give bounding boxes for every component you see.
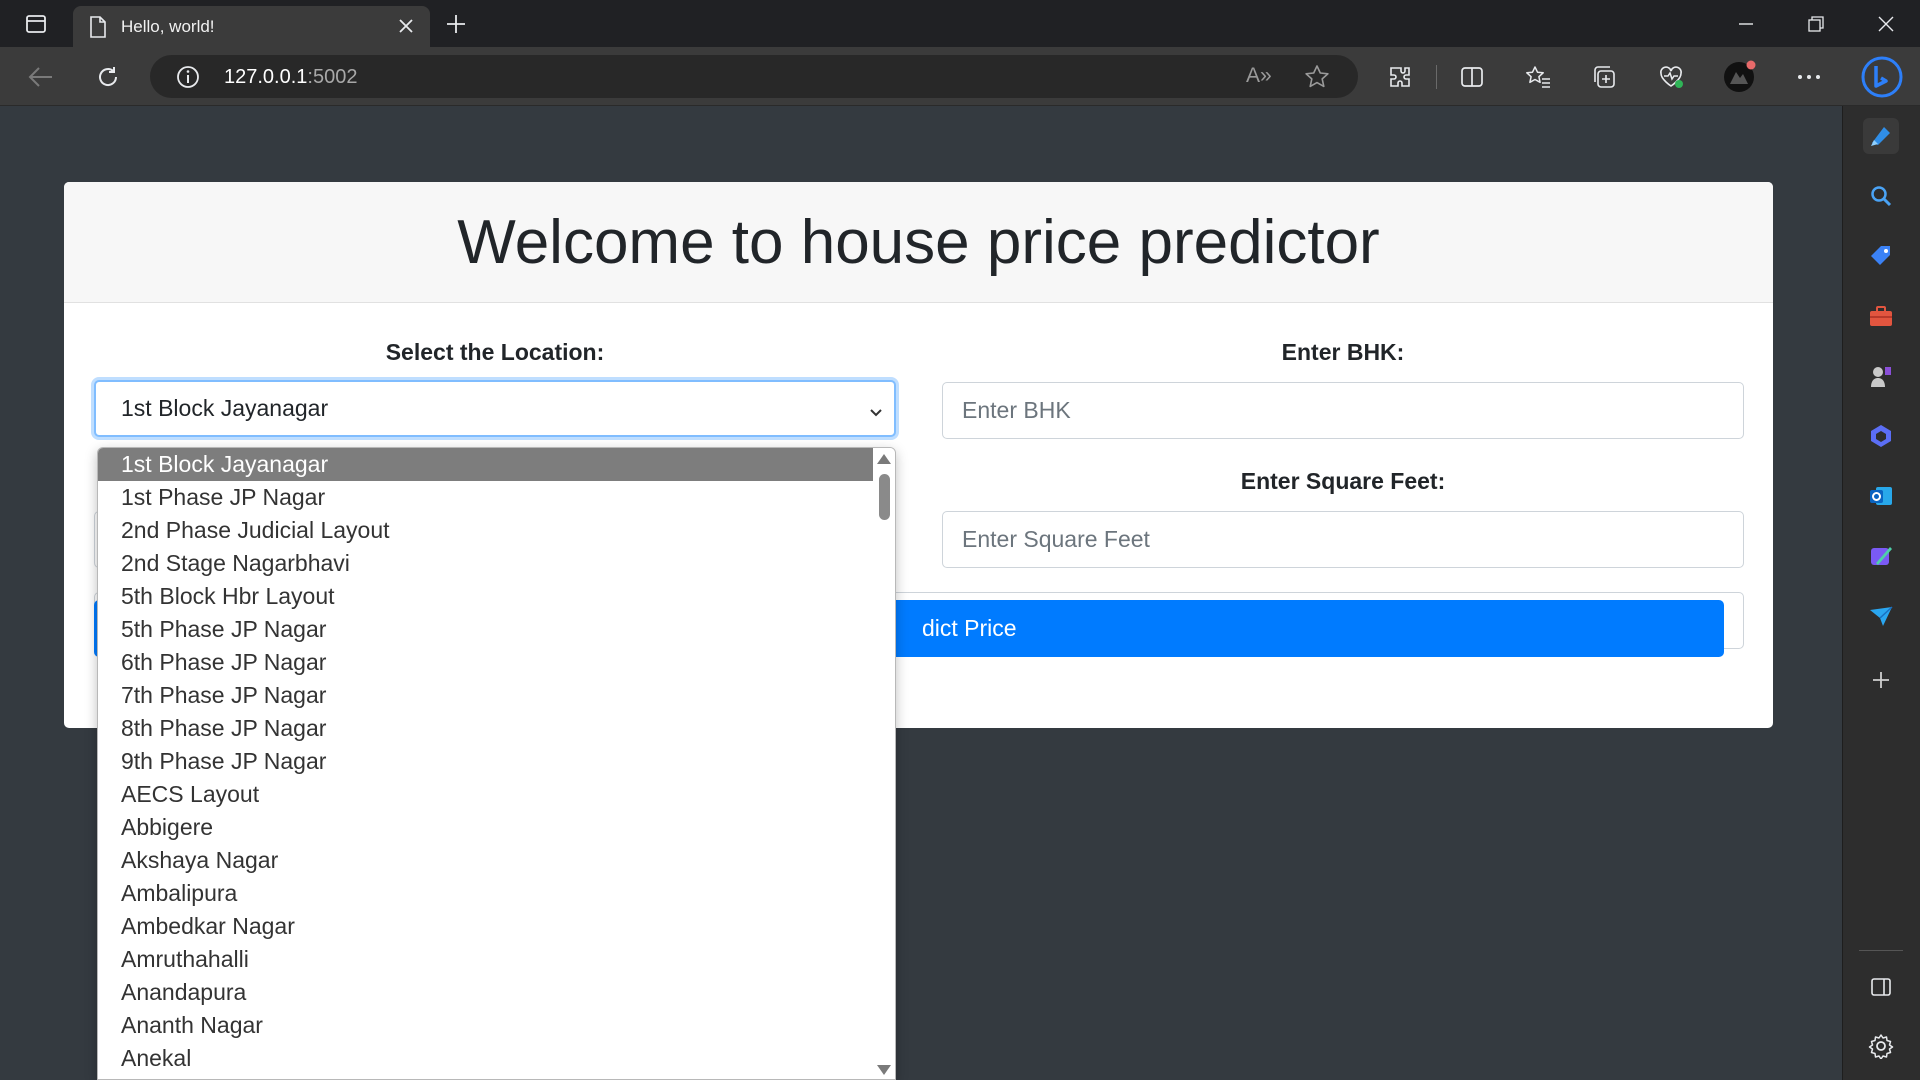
new-tab-icon[interactable]: [440, 8, 472, 40]
microsoft-365-icon[interactable]: [1863, 418, 1899, 454]
read-aloud-icon[interactable]: A»: [1246, 64, 1272, 88]
scroll-up-arrow-icon[interactable]: [877, 454, 891, 464]
settings-gear-icon[interactable]: [1863, 1028, 1899, 1064]
bing-copilot-icon[interactable]: [1860, 55, 1904, 99]
bhk-label: Enter BHK:: [1281, 339, 1405, 365]
dropdown-option[interactable]: 6th Phase JP Nagar: [98, 646, 873, 679]
tools-briefcase-icon[interactable]: [1863, 298, 1899, 334]
favorite-star-icon[interactable]: [1304, 64, 1330, 90]
site-info-icon[interactable]: [176, 65, 200, 89]
predict-button-label: dict Price: [922, 615, 1017, 641]
bhk-input[interactable]: Enter BHK: [942, 382, 1744, 439]
dropdown-option[interactable]: Ambalipura: [98, 877, 873, 910]
toolbar-divider: [1436, 65, 1437, 89]
dropdown-option[interactable]: 8th Phase JP Nagar: [98, 712, 873, 745]
refresh-icon[interactable]: [89, 58, 127, 96]
location-select-value: 1st Block Jayanagar: [121, 395, 329, 421]
restore-icon[interactable]: [1792, 0, 1840, 47]
dropdown-option[interactable]: 1st Phase JP Nagar: [98, 481, 873, 514]
location-select[interactable]: 1st Block Jayanagar: [94, 380, 896, 437]
dropdown-option[interactable]: 5th Phase JP Nagar: [98, 613, 873, 646]
collections-icon[interactable]: [1586, 58, 1624, 96]
tab-actions-icon[interactable]: [12, 0, 60, 47]
url-port: :5002: [307, 66, 358, 88]
back-icon[interactable]: [22, 58, 60, 96]
search-icon[interactable]: [1863, 178, 1899, 214]
split-screen-icon[interactable]: [1453, 58, 1491, 96]
tab-strip: Hello, world!: [0, 0, 1920, 47]
shopping-tag-icon[interactable]: [1863, 238, 1899, 274]
dropdown-scrollbar[interactable]: [873, 448, 895, 1079]
sqft-label: Enter Square Feet:: [1240, 468, 1446, 494]
outlook-icon[interactable]: [1863, 478, 1899, 514]
add-sidebar-app-icon[interactable]: [1863, 662, 1899, 698]
page-title: Welcome to house price predictor: [457, 207, 1380, 277]
designer-icon[interactable]: [1863, 538, 1899, 574]
edge-sidebar: [1842, 106, 1920, 1080]
dropdown-option[interactable]: Anekal: [98, 1042, 873, 1075]
location-dropdown-list[interactable]: 1st Block Jayanagar 1st Phase JP Nagar 2nd…: [97, 447, 896, 1080]
copilot-sidebar-icon[interactable]: [1863, 118, 1899, 154]
dropdown-option[interactable]: 7th Phase JP Nagar: [98, 679, 873, 712]
browser-essentials-icon[interactable]: [1652, 58, 1690, 96]
dropdown-option[interactable]: Abbigere: [98, 811, 873, 844]
dropdown-option[interactable]: 2nd Stage Nagarbhavi: [98, 547, 873, 580]
more-options-icon[interactable]: [1790, 58, 1828, 96]
sidebar-divider: [1859, 950, 1903, 951]
favorites-icon[interactable]: [1519, 58, 1557, 96]
chevron-down-icon: [868, 400, 884, 427]
url-text[interactable]: 127.0.0.1:5002: [224, 66, 357, 89]
url-host: 127.0.0.1: [224, 66, 308, 88]
card-header: Welcome to house price predictor: [64, 182, 1773, 303]
dropdown-option[interactable]: Anandapura: [98, 976, 873, 1009]
location-label: Select the Location:: [385, 339, 605, 365]
page-icon: [89, 15, 107, 38]
dropdown-option[interactable]: 2nd Phase Judicial Layout: [98, 514, 873, 547]
games-icon[interactable]: [1863, 358, 1899, 394]
browser-toolbar: 127.0.0.1:5002 A»: [0, 47, 1920, 106]
dropdown-option[interactable]: 9th Phase JP Nagar: [98, 745, 873, 778]
address-bar[interactable]: 127.0.0.1:5002 A»: [150, 55, 1358, 98]
dropdown-option[interactable]: Amruthahalli: [98, 943, 873, 976]
close-tab-icon[interactable]: [392, 12, 420, 40]
dropdown-option[interactable]: 5th Block Hbr Layout: [98, 580, 873, 613]
close-window-icon[interactable]: [1862, 0, 1910, 47]
send-drop-icon[interactable]: [1863, 598, 1899, 634]
hide-sidebar-icon[interactable]: [1863, 969, 1899, 1005]
browser-tab[interactable]: Hello, world!: [73, 6, 430, 47]
extensions-icon[interactable]: [1381, 58, 1419, 96]
tab-title: Hello, world!: [121, 16, 215, 36]
dropdown-options: 1st Block Jayanagar 1st Phase JP Nagar 2nd…: [98, 448, 895, 1075]
minimize-icon[interactable]: [1722, 0, 1770, 47]
scroll-down-arrow-icon[interactable]: [877, 1065, 891, 1075]
dropdown-option[interactable]: Ambedkar Nagar: [98, 910, 873, 943]
dropdown-option[interactable]: Akshaya Nagar: [98, 844, 873, 877]
dropdown-option[interactable]: Ananth Nagar: [98, 1009, 873, 1042]
scroll-thumb[interactable]: [879, 474, 890, 520]
dropdown-option[interactable]: AECS Layout: [98, 778, 873, 811]
profile-avatar-icon[interactable]: [1720, 58, 1758, 96]
dropdown-option[interactable]: 1st Block Jayanagar: [98, 448, 873, 481]
sqft-input[interactable]: Enter Square Feet: [942, 511, 1744, 568]
